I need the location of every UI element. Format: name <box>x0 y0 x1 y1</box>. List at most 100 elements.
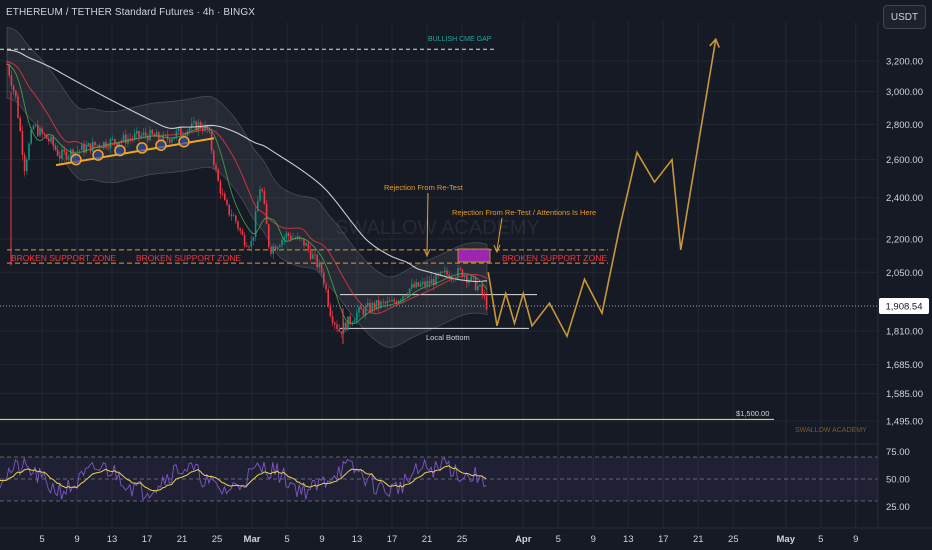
candle-body <box>402 295 404 300</box>
support-zone-label-1: BROKEN SUPPORT ZONE <box>11 253 116 263</box>
candle-body <box>446 270 448 275</box>
candle-body <box>466 275 468 283</box>
candle-body <box>125 134 127 144</box>
candle-body <box>252 236 255 241</box>
candle-body <box>477 286 479 291</box>
price-tick-label: 2,800.00 <box>886 120 923 131</box>
candle-body <box>215 165 217 170</box>
candle-body <box>316 255 318 268</box>
candle-body <box>457 268 459 278</box>
candle-body <box>230 214 233 217</box>
candle-body <box>338 328 340 332</box>
local-bottom-label: Local Bottom <box>426 333 470 342</box>
candle-body <box>307 243 310 250</box>
time-tick-label: 21 <box>693 534 704 545</box>
candle-body <box>406 295 409 297</box>
candle-body <box>428 280 431 284</box>
candle-body <box>389 300 391 302</box>
candle-body <box>21 131 24 155</box>
candle-body <box>320 263 323 273</box>
candle-body <box>129 138 131 140</box>
candle-body <box>39 128 41 136</box>
candle-body <box>430 279 433 284</box>
candle-body <box>10 75 13 86</box>
candle-body <box>70 149 72 157</box>
candle-body <box>325 284 327 290</box>
candle-body <box>362 309 365 315</box>
candle-body <box>228 204 230 215</box>
candle-body <box>411 284 413 289</box>
candle-body <box>303 238 305 246</box>
candle-body <box>50 136 52 142</box>
candle-body <box>122 134 125 141</box>
candle-body <box>232 215 235 217</box>
candle-body <box>384 302 387 304</box>
candle-body <box>89 143 92 152</box>
candle-body <box>386 300 389 304</box>
candle-body <box>485 296 488 310</box>
candle-body <box>261 189 263 192</box>
currency-button[interactable]: USDT <box>883 5 926 29</box>
candle-body <box>188 128 191 131</box>
candle-body <box>263 191 266 204</box>
candle-body <box>217 169 219 181</box>
candle-body <box>30 129 32 144</box>
time-tick-label: Apr <box>515 534 532 545</box>
time-tick-label: 9 <box>591 534 596 545</box>
candle-body <box>404 295 406 297</box>
candle-body <box>142 132 145 136</box>
candle-body <box>15 90 17 97</box>
candle-body <box>483 294 486 297</box>
time-tick-label: 25 <box>212 534 223 545</box>
candle-body <box>41 128 43 134</box>
candle-body <box>336 324 338 329</box>
candle-body <box>94 141 96 146</box>
candle-body <box>318 263 321 268</box>
candle-body <box>327 289 329 306</box>
candle-body <box>210 131 213 151</box>
rejection-box <box>457 248 491 263</box>
rsi-tick-label: 50.00 <box>886 475 910 486</box>
price-chart[interactable]: BULLISH CME GAP Rejection From Re-Test R… <box>0 0 932 550</box>
candle-body <box>413 284 415 288</box>
time-tick-label: 9 <box>853 534 858 545</box>
price-tick-label: 2,600.00 <box>886 155 923 166</box>
footer-brand: SWALLOW ACADEMY <box>795 427 867 434</box>
time-tick-label: 9 <box>319 534 324 545</box>
price-tick-label: 1,495.00 <box>886 417 923 428</box>
candle-body <box>349 316 351 324</box>
time-tick-label: 5 <box>556 534 561 545</box>
candle-body <box>26 159 28 172</box>
time-tick-label: 9 <box>74 534 79 545</box>
candle-body <box>274 246 277 250</box>
candle-body <box>444 270 446 273</box>
trend-touch-circle <box>114 144 126 157</box>
trend-touch-circle <box>136 142 148 154</box>
candle-body <box>199 122 202 128</box>
target-price-label: $1,500.00 <box>736 409 769 418</box>
candle-body <box>439 271 442 275</box>
candle-body <box>136 130 138 134</box>
price-tick-label: 1,585.00 <box>886 389 923 400</box>
price-tick-label: 1,685.00 <box>886 360 923 371</box>
candle-body <box>285 233 288 238</box>
time-tick-label: 17 <box>658 534 669 545</box>
candle-body <box>360 306 362 310</box>
candle-body <box>81 144 83 151</box>
candle-body <box>235 215 237 222</box>
candle-body <box>65 151 68 160</box>
current-price-label: 1,908.54 <box>886 302 923 313</box>
candle-body <box>138 130 140 138</box>
candle-body <box>287 233 290 236</box>
candle-body <box>424 281 426 287</box>
candle-body <box>281 240 283 246</box>
candle-body <box>48 138 50 142</box>
candle-body <box>340 331 343 334</box>
candle-body <box>151 129 153 135</box>
candle-body <box>96 144 98 146</box>
candle-body <box>76 150 79 152</box>
candle-body <box>61 149 63 159</box>
candle-body <box>380 301 382 308</box>
candle-body <box>265 203 268 225</box>
candle-body <box>63 149 65 152</box>
